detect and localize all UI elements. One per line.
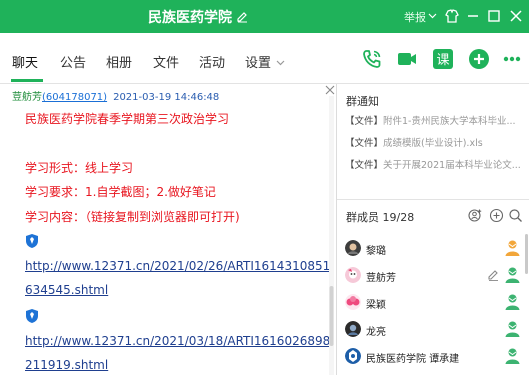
shield-icon — [26, 309, 38, 323]
maximize-icon[interactable] — [485, 7, 503, 25]
close-icon[interactable] — [507, 7, 525, 25]
tab-settings[interactable]: 设置 — [245, 52, 271, 71]
notice-item[interactable]: 【文件】附件1-贵州民族大学本科毕业... — [345, 113, 523, 127]
add-member-icon[interactable] — [489, 208, 504, 223]
close-icon[interactable] — [325, 85, 335, 95]
title-bar[interactable]: 民族医药学院 举报 — [0, 0, 529, 33]
tab-activity[interactable]: 活动 — [199, 52, 225, 71]
notice-item[interactable]: 【文件】成绩模版(毕业设计).xls — [345, 135, 523, 149]
member-item[interactable]: 龙亮 — [345, 321, 525, 345]
panel-divider[interactable] — [336, 84, 337, 375]
message-line: 学习内容：（链接复制到浏览器即可打开) — [25, 210, 240, 224]
active-tab-indicator — [11, 79, 43, 82]
group-notice-title[interactable]: 群通知 — [346, 93, 379, 109]
member-name: 龙亮 — [366, 327, 386, 338]
avatar — [345, 294, 361, 310]
notice-tag: 【文件】 — [345, 116, 384, 127]
more-icon[interactable] — [500, 47, 524, 71]
chat-scrollbar[interactable] — [329, 96, 334, 375]
course-icon[interactable]: 课 — [431, 47, 455, 71]
svg-text:课: 课 — [436, 53, 449, 68]
member-item[interactable]: 荳舫芳 — [345, 267, 525, 291]
message-header: 荳舫芳(604178071) 2021-03-19 14:46:48 — [12, 88, 219, 103]
member-item[interactable]: 黎璐 — [345, 240, 525, 264]
admin-icon — [505, 267, 520, 283]
phone-call-icon[interactable] — [360, 47, 384, 71]
edit-title-icon[interactable] — [235, 9, 249, 23]
member-name: 黎璐 — [366, 246, 386, 257]
avatar — [345, 267, 361, 283]
notice-text: 关于开展2021届本科毕业论文... — [383, 160, 521, 171]
group-chat-window: 民族医药学院 举报 聊天 公告 相册 文件 活动 设置 课 荳舫芳(604178… — [0, 0, 529, 375]
message-line: 学习形式：线上学习 — [25, 161, 134, 175]
section-divider — [337, 199, 529, 200]
edit-icon[interactable] — [487, 268, 500, 281]
message-link[interactable]: http://www.12371.cn/2021/02/26/ARTI16143… — [25, 259, 330, 273]
sender-name[interactable]: 荳舫芳 — [12, 92, 42, 103]
invite-member-icon[interactable] — [468, 208, 483, 223]
notice-tag: 【文件】 — [345, 160, 384, 171]
minimize-icon[interactable] — [464, 7, 482, 25]
tab-announcement[interactable]: 公告 — [60, 52, 86, 71]
avatar — [345, 321, 361, 337]
tab-chat[interactable]: 聊天 — [12, 52, 38, 71]
window-title: 民族医药学院 — [148, 10, 232, 26]
search-icon[interactable] — [508, 208, 523, 223]
admin-icon — [505, 294, 520, 310]
member-item[interactable]: 梁颖 — [345, 294, 525, 318]
message-link[interactable]: http://www.12371.cn/2021/03/18/ARTI16160… — [25, 334, 330, 348]
admin-icon — [505, 321, 520, 337]
member-name: 民族医药学院 谭承建 — [366, 354, 460, 365]
video-call-icon[interactable] — [395, 47, 419, 71]
chevron-down-icon[interactable] — [428, 11, 437, 20]
chat-message-area[interactable] — [0, 84, 336, 375]
notice-item[interactable]: 【文件】关于开展2021届本科毕业论文... — [345, 157, 523, 171]
member-list-scrollbar[interactable] — [525, 234, 528, 274]
member-name: 荳舫芳 — [366, 273, 396, 284]
tab-album[interactable]: 相册 — [106, 52, 132, 71]
admin-icon — [505, 348, 520, 364]
tab-files[interactable]: 文件 — [153, 52, 179, 71]
member-name: 梁颖 — [366, 300, 386, 311]
member-item[interactable]: 民族医药学院 谭承建 — [345, 348, 525, 372]
avatar — [345, 348, 361, 364]
report-button[interactable]: 举报 — [404, 9, 426, 25]
message-line: 民族医药学院春季学期第三次政治学习 — [25, 112, 230, 126]
notice-text: 附件1-贵州民族大学本科毕业... — [383, 116, 516, 127]
message-link[interactable]: 634545.shtml — [25, 283, 108, 297]
members-title: 群成员 19/28 — [346, 211, 415, 224]
chevron-down-icon[interactable] — [276, 58, 285, 67]
add-icon[interactable] — [467, 47, 491, 71]
notice-text: 成绩模版(毕业设计).xls — [383, 138, 483, 149]
notice-tag: 【文件】 — [345, 138, 384, 149]
tabs-bar: 聊天 公告 相册 文件 活动 设置 课 — [0, 33, 529, 84]
sender-id[interactable]: (604178071) — [42, 92, 107, 103]
message-time: 2021-03-19 14:46:48 — [113, 92, 220, 103]
message-link[interactable]: 211919.shtml — [25, 358, 108, 372]
owner-icon — [505, 240, 520, 256]
shield-icon — [26, 234, 38, 248]
avatar — [345, 240, 361, 256]
skin-icon[interactable] — [443, 7, 461, 25]
message-line: 学习要求：1.自学截图；2.做好笔记 — [25, 185, 216, 199]
